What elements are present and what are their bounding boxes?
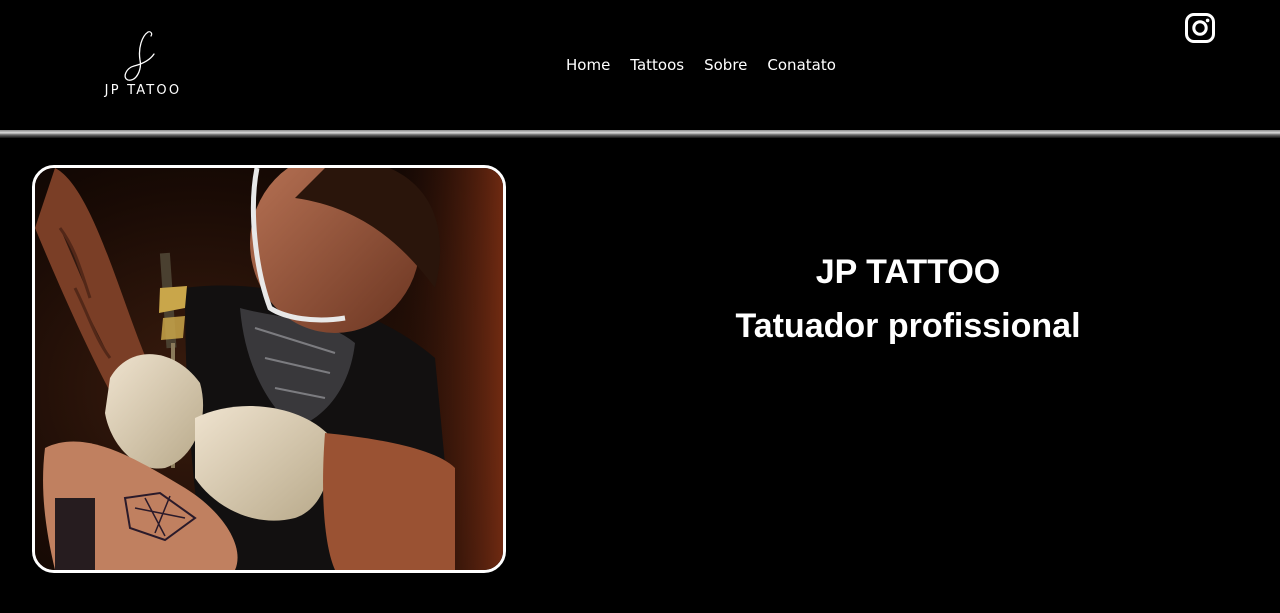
main-nav: Home Tattoos Sobre Conatato bbox=[566, 56, 836, 76]
hero-text: JP TATTOO Tatuador profissional bbox=[700, 250, 1116, 348]
site-header: JP TATOO Home Tattoos Sobre Conatato bbox=[0, 0, 1280, 132]
logo-mark bbox=[124, 31, 155, 81]
logo-text: JP TATOO bbox=[104, 83, 182, 98]
header-divider bbox=[0, 130, 1280, 138]
instagram-icon bbox=[1185, 13, 1215, 43]
instagram-link[interactable] bbox=[1184, 12, 1216, 44]
logo[interactable]: JP TATOO bbox=[100, 30, 190, 100]
hero-image bbox=[32, 165, 506, 573]
nav-item-contato[interactable]: Conatato bbox=[767, 56, 835, 76]
hero-subtitle: Tatuador profissional bbox=[735, 307, 1081, 345]
tattoo-artist-photo bbox=[35, 168, 503, 570]
nav-item-tattoos[interactable]: Tattoos bbox=[630, 56, 684, 76]
hero-title: JP TATTOO bbox=[815, 253, 1001, 291]
nav-item-sobre[interactable]: Sobre bbox=[704, 56, 747, 76]
nav-item-home[interactable]: Home bbox=[566, 56, 610, 76]
